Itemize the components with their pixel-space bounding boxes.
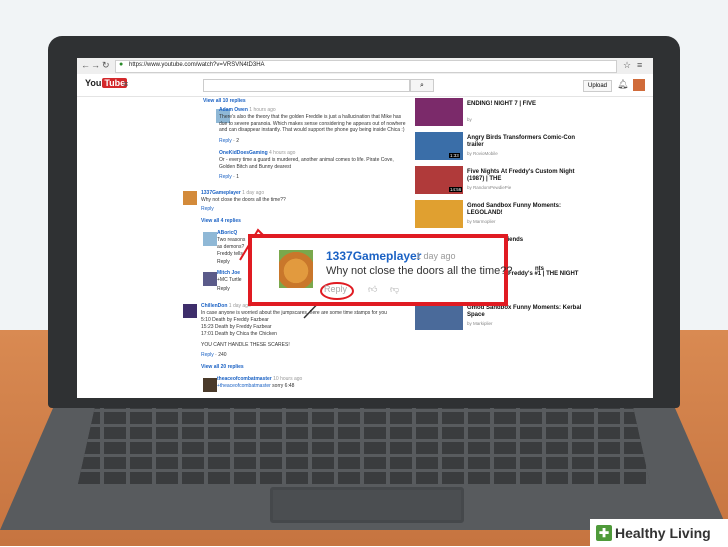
zoom-comment-author[interactable]: 1337Gameplayer (326, 249, 421, 263)
thumbs-up-icon[interactable]: 👍︎ (368, 284, 377, 295)
reply-button[interactable]: Reply (324, 284, 347, 294)
zoom-comment-age: 1 day ago (416, 251, 456, 261)
heart-plus-icon: ✚ (596, 525, 612, 541)
zoomed-comment-callout: 1337Gameplayer 1 day ago Why not close t… (248, 234, 512, 306)
cat-avatar (279, 250, 313, 288)
thumbs-down-icon[interactable]: 👎︎ (390, 284, 399, 295)
zoom-comment-text: Why not close the doors all the time?? (326, 265, 513, 277)
watermark: ✚ Healthy Living (590, 519, 728, 547)
watermark-text: Healthy Living (615, 525, 711, 541)
